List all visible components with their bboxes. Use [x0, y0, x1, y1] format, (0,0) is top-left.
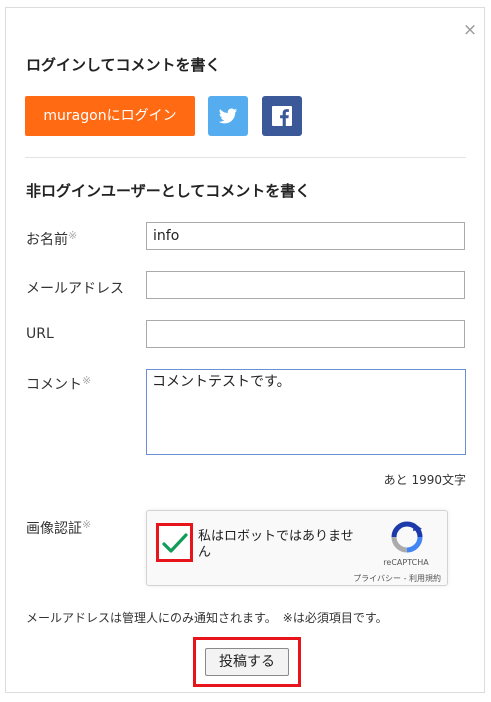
name-input[interactable]: info — [146, 222, 465, 250]
submit-highlight: 投稿する — [193, 637, 301, 687]
required-mark: ※ — [82, 374, 92, 387]
email-notice: メールアドレスは管理人にのみ通知されます。 ※は必須項目です。 — [26, 611, 388, 625]
recaptcha-links[interactable]: プライバシー - 利用規約 — [327, 573, 441, 584]
required-mark: ※ — [82, 518, 92, 531]
facebook-login-button[interactable] — [262, 96, 302, 136]
comment-textarea[interactable]: コメントテストです。 — [146, 369, 466, 455]
email-input[interactable] — [146, 271, 465, 299]
recaptcha-widget: 私はロボットではありません reCAPTCHA プライバシー - 利用規約 — [146, 510, 448, 586]
checkmark-icon — [162, 533, 188, 553]
required-mark: ※ — [68, 229, 78, 242]
muragon-login-button[interactable]: muragonにログイン — [25, 96, 195, 136]
url-input[interactable] — [146, 320, 465, 348]
facebook-icon — [272, 106, 292, 126]
url-label: URL — [26, 326, 54, 342]
captcha-label: 画像認証※ — [26, 518, 91, 538]
guest-section-title: 非ログインユーザーとしてコメントを書く — [26, 182, 311, 200]
recaptcha-label: 私はロボットではありません — [198, 529, 354, 560]
comment-label: コメント※ — [26, 374, 91, 394]
recaptcha-logo-icon — [391, 521, 423, 553]
twitter-icon — [218, 108, 238, 124]
twitter-login-button[interactable] — [208, 96, 248, 136]
recaptcha-checkbox[interactable] — [156, 523, 193, 562]
submit-button[interactable]: 投稿する — [205, 648, 289, 676]
character-counter: あと 1990文字 — [383, 473, 466, 487]
captcha-label-text: 画像認証 — [26, 521, 82, 537]
close-icon[interactable]: × — [462, 22, 478, 39]
comment-dialog: × ログインしてコメントを書く muragonにログイン 非ログインユーザーとし… — [5, 7, 485, 693]
recaptcha-brand: reCAPTCHA — [383, 558, 429, 567]
name-label-text: お名前 — [26, 232, 68, 248]
name-label: お名前※ — [26, 229, 77, 249]
section-divider — [25, 157, 466, 158]
login-section-title: ログインしてコメントを書く — [26, 56, 221, 74]
email-label: メールアドレス — [26, 281, 124, 297]
comment-label-text: コメント — [26, 377, 82, 393]
